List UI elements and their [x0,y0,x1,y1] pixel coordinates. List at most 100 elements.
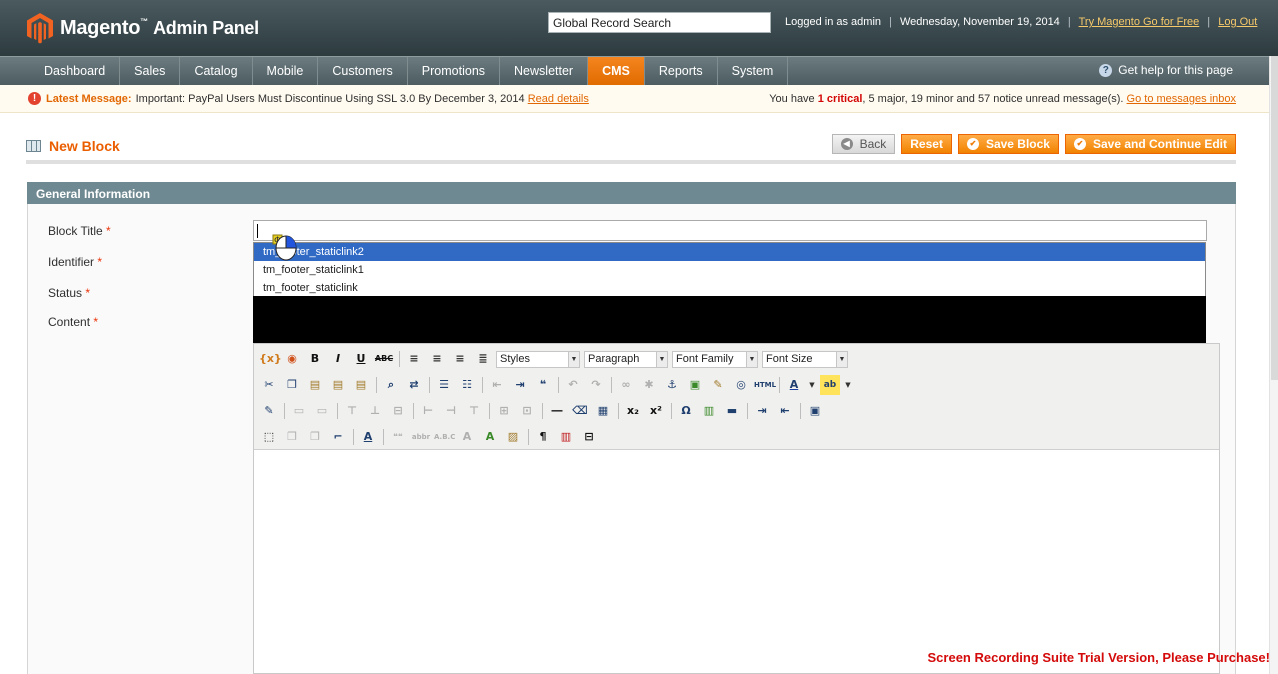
col-before-icon[interactable]: ⊢ [418,401,438,421]
underline-icon[interactable]: U [351,349,371,369]
read-details-link[interactable]: Read details [528,93,589,105]
nav-mobile[interactable]: Mobile [253,57,319,85]
styles-icon[interactable]: A [358,427,378,447]
save-block-button[interactable]: ✔ Save Block [957,134,1059,154]
italic-icon[interactable]: I [328,349,348,369]
bold-icon[interactable]: B [305,349,325,369]
non-breaking-icon[interactable]: ▥ [556,427,576,447]
rtl-icon[interactable]: ⇤ [775,401,795,421]
abbr-icon[interactable]: abbr [411,427,431,447]
back-button[interactable]: ◀ Back [831,134,896,154]
text-color-icon[interactable]: A [784,375,804,395]
special-char-icon[interactable]: Ω [676,401,696,421]
align-left-icon[interactable]: ≡ [404,349,424,369]
block-title-input[interactable] [253,220,1207,241]
row-after-icon[interactable]: ⊥ [365,401,385,421]
try-magento-go-link[interactable]: Try Magento Go for Free [1079,16,1200,28]
table-icon[interactable]: ▦ [593,401,613,421]
save-and-continue-button[interactable]: ✔ Save and Continue Edit [1064,134,1236,154]
nav-customers[interactable]: Customers [318,57,408,85]
move-backward-icon[interactable]: ❐ [305,427,325,447]
autocomplete-item[interactable]: tm_footer_staticlink [254,279,1205,297]
nav-promotions[interactable]: Promotions [408,57,501,85]
outdent-icon[interactable]: ⇤ [487,375,507,395]
background-color-icon[interactable]: ab [820,375,840,395]
scrollbar-thumb[interactable] [1271,56,1278,380]
advanced-hr-icon[interactable]: ▬ [722,401,742,421]
bullet-list-icon[interactable]: ☰ [434,375,454,395]
image-icon[interactable]: ▣ [685,375,705,395]
split-cells-icon[interactable]: ⊞ [494,401,514,421]
horizontal-rule-icon[interactable]: ― [547,401,567,421]
absolute-icon[interactable]: ⌐ [328,427,348,447]
nav-sales[interactable]: Sales [120,57,181,85]
align-center-icon[interactable]: ≡ [427,349,447,369]
align-justify-icon[interactable]: ≣ [473,349,493,369]
numbered-list-icon[interactable]: ☷ [457,375,477,395]
styles-select[interactable]: Styles ▼ [496,350,580,368]
link-icon[interactable]: ∞ [616,375,636,395]
col-after-icon[interactable]: ⊣ [441,401,461,421]
insert-layer-icon[interactable]: ⬚ [259,427,279,447]
table-props-icon[interactable]: ✎ [259,401,279,421]
merge-cells-icon[interactable]: ⊡ [517,401,537,421]
autocomplete-item[interactable]: tm_footer_staticlink1 [254,261,1205,279]
superscript-icon[interactable]: x² [646,401,666,421]
del-icon[interactable]: A [457,427,477,447]
cite-icon[interactable]: ❝❝ [388,427,408,447]
magento-logo[interactable]: Magento™ Admin Panel [26,12,259,44]
font-family-select[interactable]: Font Family ▼ [672,350,758,368]
logout-link[interactable]: Log Out [1218,16,1257,28]
reset-button[interactable]: Reset [901,134,952,154]
delete-row-icon[interactable]: ⊟ [388,401,408,421]
acronym-icon[interactable]: A.B.C [434,427,455,447]
nav-reports[interactable]: Reports [645,57,718,85]
help-icon[interactable]: ◎ [731,375,751,395]
delete-col-icon[interactable]: ⊤ [464,401,484,421]
dropdown-arrow-icon[interactable]: ▼ [843,375,853,395]
paste-word-icon[interactable]: ▤ [351,375,371,395]
cut-icon[interactable]: ✂ [259,375,279,395]
global-search-input[interactable] [548,12,771,33]
row-before-icon[interactable]: ⊤ [342,401,362,421]
media-icon[interactable]: ▥ [699,401,719,421]
cell-props-icon[interactable]: ▭ [312,401,332,421]
move-forward-icon[interactable]: ❐ [282,427,302,447]
help-link[interactable]: ? Get help for this page [1099,63,1233,77]
anchor-icon[interactable]: ⚓ [662,375,682,395]
nav-cms[interactable]: CMS [588,57,645,85]
indent-icon[interactable]: ⇥ [510,375,530,395]
page-scrollbar[interactable] [1269,56,1278,674]
find-icon[interactable]: ⌕ [381,375,401,395]
nav-catalog[interactable]: Catalog [180,57,253,85]
nav-dashboard[interactable]: Dashboard [30,57,121,85]
replace-icon[interactable]: ⇄ [404,375,424,395]
remove-format-icon[interactable]: ⌫ [570,401,590,421]
visual-chars-icon[interactable]: ¶ [533,427,553,447]
insert-variable-icon[interactable]: {x} [259,349,282,369]
paste-text-icon[interactable]: ▤ [328,375,348,395]
nav-newsletter[interactable]: Newsletter [500,57,589,85]
cleanup-icon[interactable]: ✎ [708,375,728,395]
page-break-icon[interactable]: ⊟ [579,427,599,447]
strikethrough-icon[interactable]: ABC [374,349,394,369]
insert-widget-icon[interactable]: ◉ [282,349,302,369]
messages-inbox-link[interactable]: Go to messages inbox [1127,93,1236,105]
ltr-icon[interactable]: ⇥ [752,401,772,421]
html-source-icon[interactable]: HTML [754,375,776,395]
copy-icon[interactable]: ❐ [282,375,302,395]
redo-icon[interactable]: ↷ [586,375,606,395]
font-size-select[interactable]: Font Size ▼ [762,350,848,368]
attribs-icon[interactable]: ▨ [503,427,523,447]
nav-system[interactable]: System [718,57,789,85]
dropdown-arrow-icon[interactable]: ▼ [807,375,817,395]
blockquote-icon[interactable]: ❝ [533,375,553,395]
align-right-icon[interactable]: ≡ [450,349,470,369]
fullscreen-icon[interactable]: ▣ [805,401,825,421]
undo-icon[interactable]: ↶ [563,375,583,395]
subscript-icon[interactable]: x₂ [623,401,643,421]
paste-icon[interactable]: ▤ [305,375,325,395]
paragraph-select[interactable]: Paragraph ▼ [584,350,668,368]
unlink-icon[interactable]: ✱ [639,375,659,395]
autocomplete-item[interactable]: tm_footer_staticlink2 [254,243,1205,261]
